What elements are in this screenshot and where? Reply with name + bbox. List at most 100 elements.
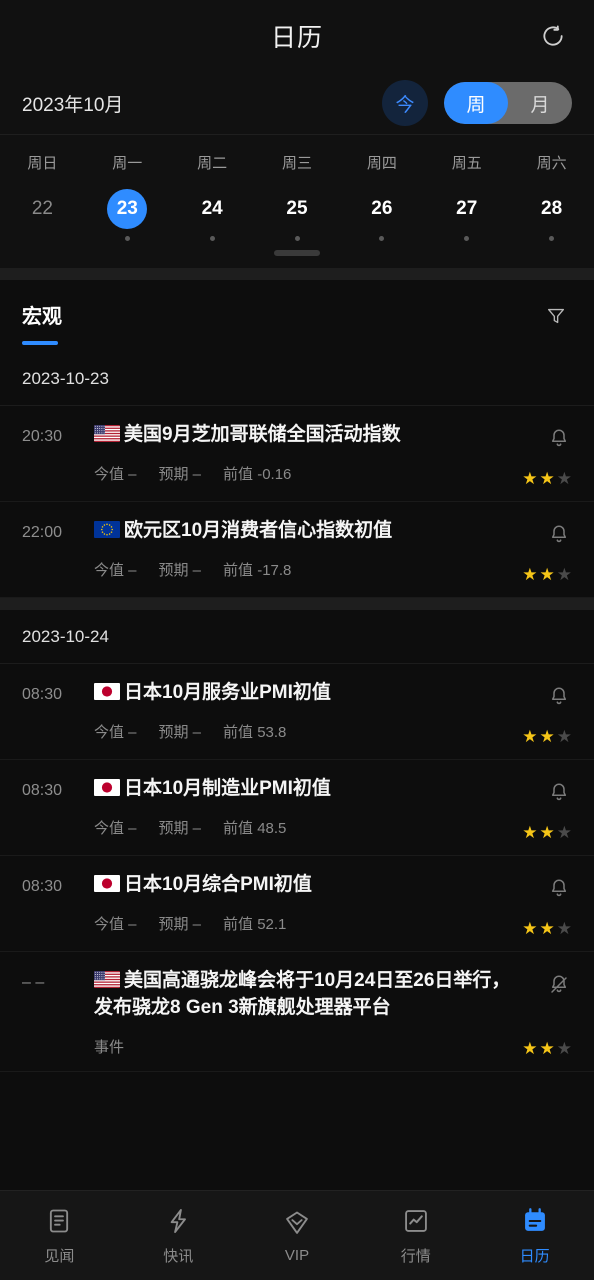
event-title: 日本10月服务业PMI初值	[94, 680, 516, 707]
bell-icon	[551, 879, 567, 897]
event-previous: 前值 53.8	[223, 723, 287, 741]
nav-item-label: 日历	[519, 1247, 550, 1265]
event-meta: 今值 – 预期 – 前值 52.1	[94, 913, 516, 934]
event-row[interactable]: 08:30 日本10月制造业PMI初值 今值 – 预期 – 前值 48.5 ★ ★ ★	[0, 760, 594, 856]
date-number: 25	[286, 198, 308, 219]
view-toggle-week[interactable]: 周	[444, 82, 508, 124]
event-actual: 今值 –	[94, 915, 137, 933]
rating-star: ★	[556, 1038, 572, 1058]
today-button[interactable]: 今	[382, 80, 428, 126]
week-strip-drag-handle[interactable]	[274, 250, 320, 256]
notification-button[interactable]	[546, 876, 572, 902]
date-number: 28	[541, 198, 563, 219]
refresh-icon	[543, 25, 563, 46]
nav-item-日历[interactable]: 日历	[475, 1206, 594, 1266]
event-row[interactable]: 08:30 日本10月服务业PMI初值 今值 – 预期 – 前值 53.8 ★ ★ ★	[0, 664, 594, 760]
nav-item-label: 行情	[400, 1247, 431, 1265]
eu-flag-icon	[94, 521, 120, 538]
event-forecast: 预期 –	[158, 465, 202, 483]
diamond-icon	[282, 1208, 312, 1238]
date-cell-23[interactable]: 23	[85, 189, 170, 241]
rating-star: ★	[522, 727, 538, 746]
month-bar: 2023年10月 今 周 月	[0, 72, 594, 134]
weekday-label-4: 周四	[366, 154, 397, 172]
nav-item-label: 见闻	[44, 1247, 75, 1265]
view-toggle-month[interactable]: 月	[508, 82, 572, 124]
date-event-dot	[549, 236, 555, 241]
event-actual: 今值 –	[94, 561, 137, 579]
event-title: 美国9月芝加哥联储全国活动指数	[94, 422, 516, 449]
nav-item-VIP[interactable]: VIP	[238, 1208, 357, 1264]
rating-star: ★	[556, 919, 572, 938]
event-actions: ★ ★ ★	[516, 680, 572, 745]
notification-button[interactable]	[546, 426, 572, 452]
importance-rating: ★ ★ ★	[522, 824, 572, 841]
event-row[interactable]: – – 美国高通骁龙峰会将于10月24日至26日举行，发布骁龙8 Gen 3新旗舰…	[0, 952, 594, 1072]
rating-star: ★	[539, 823, 555, 842]
date-cell-27[interactable]: 27	[424, 189, 509, 241]
event-actions: ★ ★ ★	[516, 518, 572, 583]
event-forecast: 预期 –	[158, 561, 202, 579]
importance-rating: ★ ★ ★	[522, 728, 572, 745]
rating-star: ★	[522, 565, 538, 584]
notification-button[interactable]	[546, 684, 572, 710]
refresh-button[interactable]	[536, 19, 570, 53]
event-body: 欧元区10月消费者信心指数初值 今值 – 预期 – 前值 -17.8	[94, 518, 516, 583]
rating-star: ★	[556, 565, 572, 584]
event-time: 08:30	[22, 878, 63, 895]
tab-macro-label: 宏观	[22, 305, 62, 328]
page-title: 日历	[270, 24, 323, 52]
rating-star: ★	[539, 919, 555, 938]
event-meta: 今值 – 预期 – 前值 -0.16	[94, 463, 516, 484]
nav-item-行情[interactable]: 行情	[356, 1206, 475, 1266]
section-divider-band	[0, 268, 594, 280]
event-row[interactable]: 22:00 欧元区10月消费者信心指数初值 今值 – 预期 – 前值 -17.8 ★ ★ ★	[0, 502, 594, 598]
importance-rating: ★ ★ ★	[522, 470, 572, 487]
rating-star: ★	[556, 469, 572, 488]
rating-star: ★	[522, 1038, 538, 1058]
event-title-text: 美国高通骁龙峰会将于10月24日至26日举行，发布骁龙8 Gen 3新旗舰处理器…	[94, 970, 511, 1018]
view-toggle[interactable]: 周 月	[444, 82, 572, 124]
event-meta: 事件	[94, 1036, 516, 1057]
nav-item-快讯[interactable]: 快讯	[119, 1206, 238, 1266]
event-title-text: 日本10月服务业PMI初值	[124, 682, 331, 703]
weekday-label-1: 周一	[112, 154, 143, 172]
event-row[interactable]: 08:30 日本10月综合PMI初值 今值 – 预期 – 前值 52.1 ★ ★ ★	[0, 856, 594, 952]
calendar-app: 日历 2023年10月 今 周 月 周日 周一 周二 周三 周四 周五 周六 22 23 24 2…	[0, 0, 594, 1280]
event-title-text: 欧元区10月消费者信心指数初值	[124, 520, 393, 541]
notification-button[interactable]	[546, 780, 572, 806]
date-cell-26[interactable]: 26	[339, 189, 424, 241]
flash-icon	[163, 1206, 193, 1236]
tab-macro[interactable]: 宏观	[22, 300, 62, 345]
event-actual: 今值 –	[94, 723, 137, 741]
importance-rating: ★ ★ ★	[522, 1040, 572, 1057]
date-cell-28[interactable]: 28	[509, 189, 594, 241]
event-time: – –	[22, 974, 45, 991]
date-number: 22	[31, 198, 53, 219]
filter-button[interactable]	[540, 300, 572, 332]
date-cell-25[interactable]: 25	[255, 189, 340, 241]
event-previous: 前值 52.1	[223, 915, 287, 933]
event-previous: 前值 48.5	[223, 819, 287, 837]
event-body: 美国高通骁龙峰会将于10月24日至26日举行，发布骁龙8 Gen 3新旗舰处理器…	[94, 968, 516, 1057]
date-cell-22[interactable]: 22	[0, 189, 85, 241]
date-number: 26	[371, 198, 393, 219]
event-forecast: 预期 –	[158, 819, 202, 837]
weekday-header-row: 周日 周一 周二 周三 周四 周五 周六	[0, 149, 594, 175]
nav-item-见闻[interactable]: 见闻	[0, 1206, 119, 1266]
rating-star: ★	[539, 1038, 555, 1058]
event-actual: 今值 –	[94, 819, 137, 837]
event-time: 22:00	[22, 524, 63, 541]
rating-star: ★	[539, 727, 555, 746]
event-previous: 前值 -0.16	[223, 465, 292, 483]
weekday-label-2: 周二	[197, 154, 228, 172]
event-list[interactable]: 2023-10-23 20:30 美国9月芝加哥联储全国活动指数 今值 – 预期 – 前值…	[0, 352, 594, 1190]
nav-item-label: 快讯	[163, 1247, 194, 1265]
jp-flag-icon	[94, 779, 120, 796]
notification-muted-button[interactable]	[546, 972, 572, 998]
event-time: 20:30	[22, 428, 63, 445]
date-event-dot	[209, 236, 215, 241]
notification-button[interactable]	[546, 522, 572, 548]
event-row[interactable]: 20:30 美国9月芝加哥联储全国活动指数 今值 – 预期 – 前值 -0.16 ★ ★ ★	[0, 406, 594, 502]
date-cell-24[interactable]: 24	[170, 189, 255, 241]
